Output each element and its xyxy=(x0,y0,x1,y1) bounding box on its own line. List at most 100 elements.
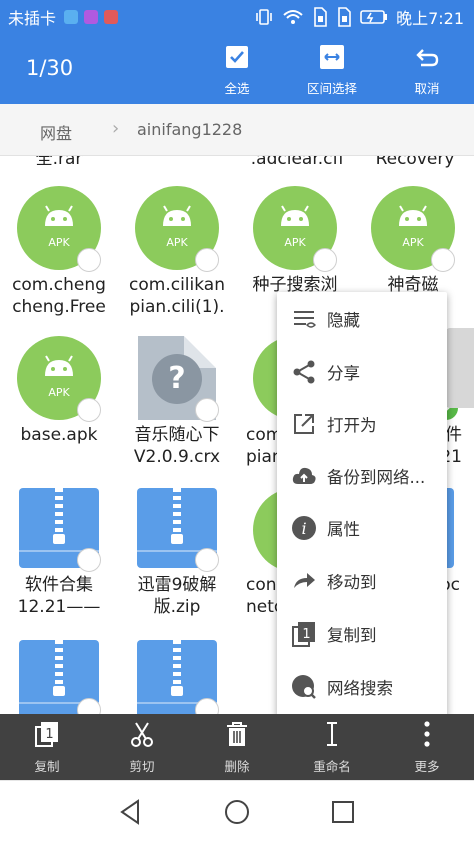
share-icon xyxy=(293,360,315,384)
breadcrumb-current[interactable]: ainifang1228 xyxy=(137,120,242,139)
file-name: base.apk xyxy=(20,425,98,445)
info-icon: i xyxy=(292,516,316,540)
file-item[interactable]: 迅雷9破解 版.zip xyxy=(118,488,236,628)
scrollbar-handle[interactable] xyxy=(446,328,474,408)
file-item[interactable]: APK com.cheng cheng.Free xyxy=(0,186,118,326)
menu-item-label: 复制到 xyxy=(327,626,377,645)
select-checkbox[interactable] xyxy=(77,398,101,422)
delete-button[interactable]: 删除 xyxy=(190,714,284,780)
file-name-line: pian.cili(1). xyxy=(129,297,225,317)
select-checkbox[interactable] xyxy=(195,398,219,422)
file-name: com.cheng cheng.Free xyxy=(0,274,118,318)
menu-item-copy-to[interactable]: 1 复制到 xyxy=(277,608,447,660)
svg-text:i: i xyxy=(301,519,306,538)
app-notification-icon xyxy=(84,10,99,24)
rename-button[interactable]: 重命名 xyxy=(285,714,379,780)
web-search-icon xyxy=(292,675,316,699)
file-name-line: 迅雷9破解 xyxy=(137,575,217,595)
cloud-upload-icon xyxy=(292,467,316,484)
file-item[interactable] xyxy=(118,640,236,714)
file-name: 音乐随心下 V2.0.9.crx xyxy=(118,424,236,468)
file-name-line: com.cheng xyxy=(12,275,106,295)
recents-icon[interactable] xyxy=(328,797,358,827)
select-checkbox[interactable] xyxy=(195,248,219,272)
back-icon[interactable] xyxy=(116,797,146,827)
vibrate-icon xyxy=(256,9,272,25)
file-name: 迅雷9破解 版.zip xyxy=(118,574,236,618)
wifi-icon xyxy=(283,10,303,24)
file-item[interactable]: ? 音乐随心下 V2.0.9.crx xyxy=(118,336,236,468)
checkbox-icon xyxy=(226,46,248,68)
range-icon xyxy=(320,45,344,69)
hide-icon xyxy=(294,311,316,328)
file-name: .adclear.cfi xyxy=(250,156,344,169)
select-checkbox[interactable] xyxy=(431,248,455,272)
file-name-line: com.cilikan xyxy=(129,275,225,295)
menu-item-label: 打开为 xyxy=(327,416,377,435)
file-item[interactable]: APK base.apk xyxy=(0,336,118,466)
select-checkbox[interactable] xyxy=(77,248,101,272)
range-select-label: 区间选择 xyxy=(306,81,357,96)
menu-item-label: 备份到网络... xyxy=(327,468,426,487)
file-name: 软件合集 12.21—— xyxy=(0,574,118,618)
sim-icon xyxy=(314,7,327,27)
more-button[interactable]: 更多 xyxy=(380,714,474,780)
copy-button[interactable]: 1 复制 xyxy=(0,714,94,780)
system-nav-bar xyxy=(0,780,474,842)
select-checkbox[interactable] xyxy=(195,548,219,572)
menu-item-hide[interactable]: 隐藏 xyxy=(277,293,447,345)
file-item[interactable]: Recovery xyxy=(356,156,474,170)
status-bar: 未插卡 晚上7:21 xyxy=(0,0,474,34)
carrier-label: 未插卡 xyxy=(8,9,57,28)
clock: 晚上7:21 xyxy=(396,9,464,28)
copy-label: 复制 xyxy=(34,759,60,774)
file-name-line: 12.21—— xyxy=(17,597,101,617)
select-all-button[interactable]: 全选 xyxy=(200,42,274,98)
cancel-button[interactable]: 取消 xyxy=(390,42,464,98)
menu-item-label: 分享 xyxy=(327,364,360,383)
menu-item-move-to[interactable]: 移动到 xyxy=(277,555,447,607)
file-name: com.cilikan pian.cili(1). xyxy=(118,274,236,318)
menu-item-label: 网络搜索 xyxy=(327,679,393,698)
menu-item-open-as[interactable]: 打开为 xyxy=(277,398,447,450)
menu-item-properties[interactable]: i 属性 xyxy=(277,502,447,554)
menu-item-share[interactable]: 分享 xyxy=(277,346,447,398)
file-item[interactable]: .adclear.cfi xyxy=(238,156,356,170)
file-name: Recovery xyxy=(375,156,455,169)
file-item[interactable]: 全.rar xyxy=(0,156,118,170)
trash-icon xyxy=(227,722,247,746)
file-item[interactable]: 软件合集 12.21—— xyxy=(0,488,118,628)
menu-item-backup[interactable]: 备份到网络... xyxy=(277,450,447,502)
cut-button[interactable]: 剪切 xyxy=(95,714,189,780)
notification-icons xyxy=(64,10,119,24)
battery-icon xyxy=(360,10,388,24)
file-name-line: 音乐随心下 xyxy=(134,425,220,445)
bottom-action-bar: 1 复制 剪切 删除 重命名 更多 xyxy=(0,714,474,780)
copy-icon: 1 xyxy=(35,722,58,747)
svg-text:1: 1 xyxy=(302,627,310,642)
chevron-right-icon: › xyxy=(112,118,120,139)
select-checkbox[interactable] xyxy=(313,248,337,272)
range-select-button[interactable]: 区间选择 xyxy=(295,42,369,98)
file-name-line: cheng.Free xyxy=(12,297,106,317)
question-mark-icon: ? xyxy=(152,354,202,404)
home-icon[interactable] xyxy=(222,797,252,827)
text-cursor-icon xyxy=(327,722,337,746)
select-all-label: 全选 xyxy=(224,81,250,96)
selection-count: 1/30 xyxy=(26,56,74,80)
menu-item-label: 移动到 xyxy=(327,573,377,592)
selection-toolbar: 1/30 全选 区间选择 取消 xyxy=(0,34,474,104)
breadcrumb-root[interactable]: 网盘 xyxy=(40,120,72,144)
file-item[interactable] xyxy=(0,640,118,714)
breadcrumb: 网盘 › ainifang1228 xyxy=(0,104,474,156)
cut-label: 剪切 xyxy=(129,759,155,774)
sim-icon xyxy=(338,7,351,27)
select-checkbox[interactable] xyxy=(77,548,101,572)
file-name-line: 软件合集 xyxy=(25,575,93,595)
file-name-line: 版.zip xyxy=(153,597,201,617)
menu-item-label: 属性 xyxy=(327,520,360,539)
menu-item-label: 隐藏 xyxy=(327,311,360,330)
file-item[interactable]: APK com.cilikan pian.cili(1). xyxy=(118,186,236,326)
move-icon xyxy=(294,573,315,588)
menu-item-web-search[interactable]: 网络搜索 xyxy=(277,661,447,713)
